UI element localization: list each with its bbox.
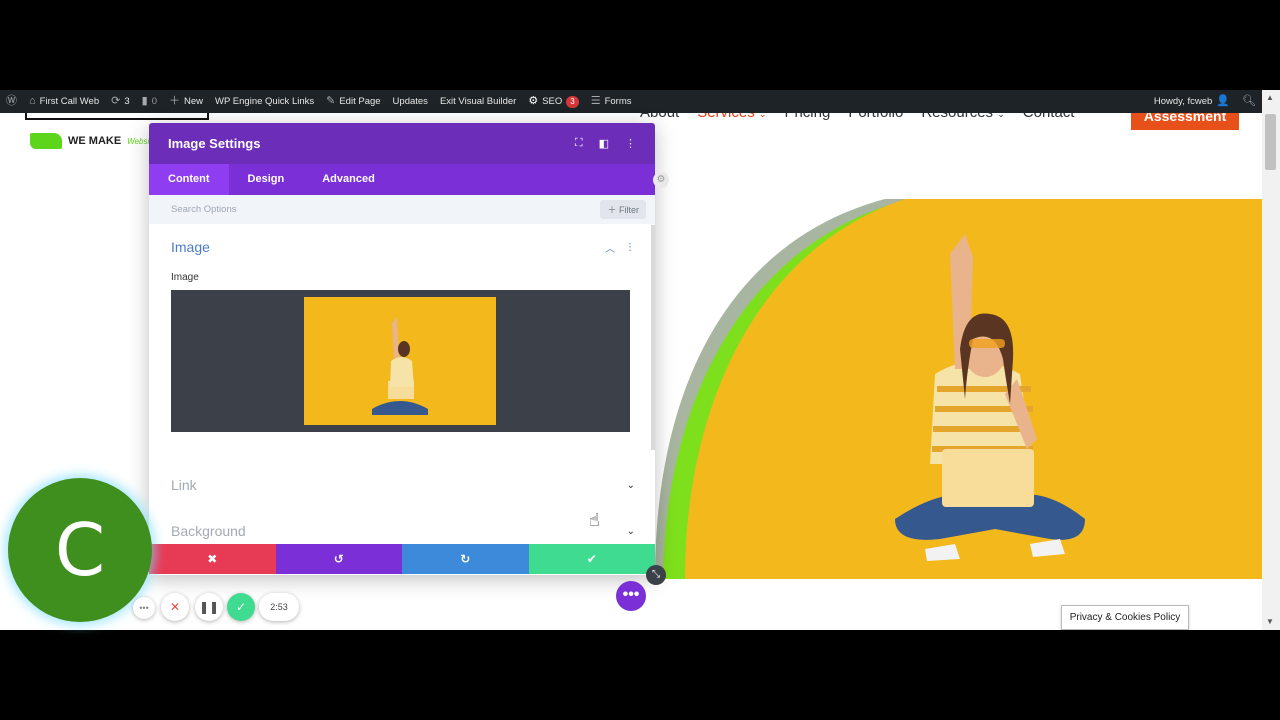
- undo-button[interactable]: ↺: [275, 544, 402, 574]
- wordpress-icon: Ⓦ: [6, 95, 17, 107]
- privacy-cookies-policy-button[interactable]: Privacy & Cookies Policy: [1061, 605, 1189, 630]
- updates-link[interactable]: ⟳ 3: [105, 95, 136, 108]
- image-settings-panel: Image Settings ⛶ ◧ ⋮ Content Design Adva…: [149, 123, 655, 575]
- account-menu[interactable]: Howdy, fcweb 👤: [1148, 95, 1236, 108]
- wp-engine-link[interactable]: WP Engine Quick Links: [209, 96, 320, 107]
- site-logo[interactable]: WE MAKE Website: [30, 133, 156, 149]
- site-nav: About Services ⌄ Pricing Portfolio Resou…: [640, 113, 1074, 121]
- recorder-cancel-button[interactable]: ✕: [161, 593, 189, 621]
- chevron-up-icon: ︿: [605, 243, 615, 255]
- image-upload-preview[interactable]: [171, 290, 630, 432]
- new-content-link[interactable]: ＋ New: [163, 95, 209, 108]
- seo-menu-link[interactable]: ⚙ SEO 3: [522, 95, 584, 108]
- user-icon: 👤: [1216, 95, 1231, 107]
- link-section-toggle[interactable]: Link ⌄: [171, 477, 635, 493]
- nav-pricing[interactable]: Pricing: [784, 113, 830, 121]
- split-view-icon[interactable]: ◧: [599, 137, 609, 150]
- search-icon: 🔍︎: [1242, 95, 1256, 107]
- recorder-more-icon[interactable]: •••: [133, 597, 155, 619]
- assessment-cta-button[interactable]: Assessment: [1131, 113, 1239, 130]
- scroll-down-icon[interactable]: ▼: [1266, 617, 1274, 626]
- home-icon: ⌂: [29, 95, 36, 107]
- seo-gear-icon: ⚙: [528, 95, 539, 107]
- edit-page-link[interactable]: ✎ Edit Page: [320, 95, 386, 108]
- redo-button[interactable]: ↻: [402, 544, 529, 574]
- nav-portfolio[interactable]: Portfolio: [848, 113, 903, 121]
- image-section-toggle[interactable]: Image ︿ ⋮: [171, 239, 635, 255]
- image-field-label: Image: [171, 272, 199, 283]
- tab-advanced[interactable]: Advanced: [303, 164, 394, 195]
- chevron-down-icon: ⌄: [997, 113, 1005, 119]
- chevron-down-icon: ⌄: [758, 113, 767, 119]
- panel-scrollbar[interactable]: [651, 225, 655, 450]
- site-name-link[interactable]: ⌂ First Call Web: [23, 95, 105, 108]
- module-settings-icon[interactable]: ⚙: [653, 172, 669, 188]
- page-scrollbar[interactable]: ▲ ▼: [1262, 90, 1280, 630]
- updates-menu-link[interactable]: Updates: [387, 96, 434, 107]
- nav-contact[interactable]: Contact: [1023, 113, 1075, 121]
- refresh-icon: ⟳: [111, 95, 121, 107]
- scrollbar-thumb[interactable]: [1265, 114, 1276, 170]
- chevron-down-icon: ⌄: [626, 479, 635, 491]
- wp-admin-bar: Ⓦ ⌂ First Call Web ⟳ 3 ▮ 0 ＋ New WP Engine Q…: [0, 90, 1262, 113]
- recorder-pause-button[interactable]: ❚❚: [195, 593, 223, 621]
- section-menu-icon[interactable]: ⋮: [625, 242, 635, 253]
- forms-menu-link[interactable]: ☰ Forms: [585, 95, 638, 108]
- plus-icon: ＋: [607, 205, 617, 215]
- seo-badge: 3: [566, 95, 579, 108]
- recorder-timer: 2:53: [259, 593, 299, 621]
- discard-button[interactable]: ✖: [149, 544, 276, 574]
- hero-image[interactable]: [655, 199, 1262, 579]
- more-options-icon[interactable]: ⋮: [625, 137, 636, 150]
- builder-menu-button[interactable]: •••: [616, 581, 646, 611]
- panel-header[interactable]: Image Settings ⛶ ◧ ⋮: [149, 123, 655, 164]
- logo-selection-outline: [25, 113, 209, 120]
- nav-resources[interactable]: Resources ⌄: [921, 113, 1004, 121]
- tab-content[interactable]: Content: [149, 164, 229, 195]
- save-changes-button[interactable]: ✔: [528, 544, 655, 574]
- background-section-toggle[interactable]: Background ⌄: [171, 523, 635, 539]
- admin-search-button[interactable]: 🔍︎: [1236, 96, 1262, 107]
- comment-icon: ▮: [141, 95, 148, 107]
- recorder-finish-button[interactable]: ✓: [227, 593, 255, 621]
- comments-link[interactable]: ▮ 0: [136, 95, 163, 108]
- pencil-icon: ✎: [326, 95, 336, 107]
- wordpress-logo-button[interactable]: Ⓦ: [0, 96, 23, 107]
- panel-title: Image Settings: [168, 136, 261, 151]
- image-thumbnail: [304, 297, 496, 425]
- mouse-pointer-icon: ☝: [589, 510, 600, 530]
- exit-visual-builder-link[interactable]: Exit Visual Builder: [434, 96, 522, 107]
- scroll-up-icon[interactable]: ▲: [1266, 93, 1274, 102]
- panel-action-bar: ✖ ↺ ↻ ✔: [149, 544, 655, 574]
- search-options-input[interactable]: Search Options ＋ Filter: [149, 195, 655, 224]
- chevron-down-icon: ⌄: [626, 525, 635, 537]
- expand-icon[interactable]: ⛶: [575, 137, 583, 150]
- forms-icon: ☰: [590, 95, 601, 107]
- nav-about[interactable]: About: [640, 113, 679, 121]
- logo-swoosh: [30, 133, 62, 149]
- panel-tabs: Content Design Advanced: [149, 164, 655, 195]
- recorder-avatar: C: [8, 478, 152, 622]
- panel-resize-handle[interactable]: ⤡: [646, 565, 666, 585]
- tab-design[interactable]: Design: [229, 164, 304, 195]
- plus-icon: ＋: [169, 95, 181, 107]
- filter-button[interactable]: ＋ Filter: [600, 200, 646, 219]
- nav-services[interactable]: Services ⌄: [697, 113, 766, 121]
